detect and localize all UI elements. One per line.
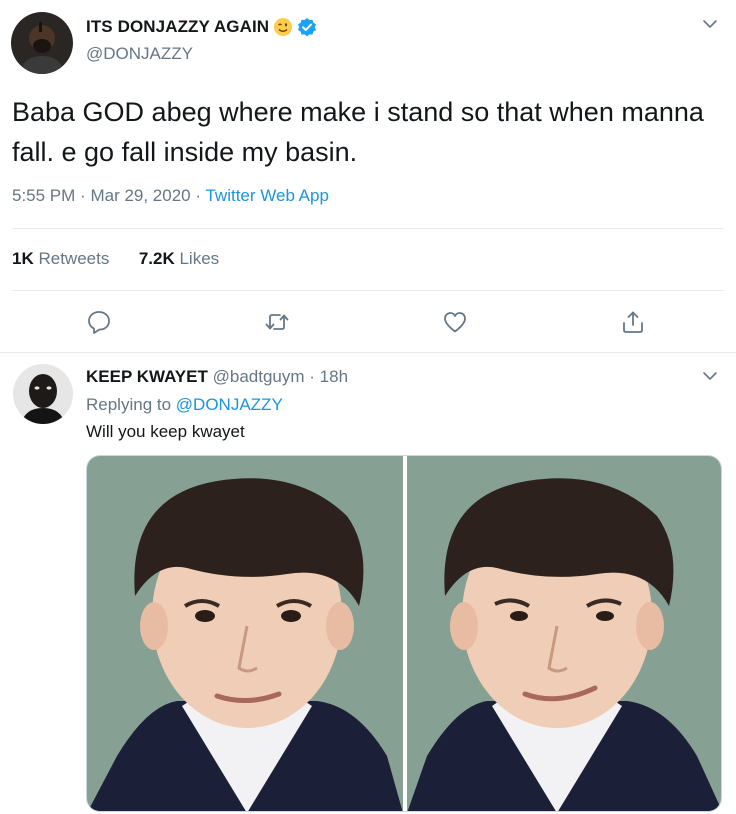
- divider: [0, 352, 736, 353]
- chevron-down-icon[interactable]: [700, 366, 720, 386]
- reply-text: Will you keep kwayet: [86, 422, 245, 441]
- media-photo-left[interactable]: [87, 456, 403, 811]
- tweet-time[interactable]: 5:55 PM: [12, 186, 75, 205]
- reply-media[interactable]: [86, 455, 722, 812]
- tweet-date[interactable]: Mar 29, 2020: [90, 186, 190, 205]
- divider: [12, 228, 724, 229]
- reply-time[interactable]: 18h: [320, 367, 348, 386]
- meta-separator: ·: [195, 186, 202, 205]
- like-icon[interactable]: [442, 309, 468, 335]
- tweet-stats: 1K Retweets 7.2K Likes: [12, 249, 219, 269]
- divider: [12, 290, 724, 291]
- reply-icon[interactable]: [86, 309, 112, 335]
- replying-to-label: Replying to: [86, 395, 172, 414]
- retweet-icon[interactable]: [264, 309, 290, 335]
- likes-label: Likes: [179, 249, 220, 268]
- media-photo-right[interactable]: [407, 456, 721, 811]
- replying-to: Replying to @DONJAZZY: [86, 395, 283, 415]
- main-tweet: ITS DONJAZZY AGAIN @DONJAZZY Baba GOD ab…: [0, 0, 736, 352]
- author-name-line[interactable]: ITS DONJAZZY AGAIN: [86, 17, 317, 37]
- author-avatar[interactable]: [11, 12, 73, 74]
- reply-author-name[interactable]: KEEP KWAYET: [86, 367, 208, 386]
- reply-author-avatar[interactable]: [13, 364, 73, 424]
- retweets-stat[interactable]: 1K Retweets: [12, 249, 114, 268]
- share-icon[interactable]: [620, 309, 646, 335]
- winking-face-emoji: [273, 17, 293, 37]
- retweets-count: 1K: [12, 249, 34, 268]
- likes-count: 7.2K: [138, 249, 175, 268]
- retweets-label: Retweets: [38, 249, 110, 268]
- verified-badge-icon: [297, 17, 317, 37]
- author-name[interactable]: ITS DONJAZZY AGAIN: [86, 17, 269, 37]
- reply-header: KEEP KWAYET @badtguym · 18h: [86, 367, 348, 387]
- reply-author-handle[interactable]: @badtguym: [213, 367, 305, 386]
- chevron-down-icon[interactable]: [700, 14, 720, 34]
- tweet-text: Baba GOD abeg where make i stand so that…: [12, 97, 704, 167]
- likes-stat[interactable]: 7.2K Likes: [139, 249, 219, 268]
- replying-to-handle[interactable]: @DONJAZZY: [176, 395, 283, 414]
- author-handle[interactable]: @DONJAZZY: [86, 44, 193, 64]
- meta-separator: ·: [309, 367, 315, 386]
- tweet-meta: 5:55 PM · Mar 29, 2020 · Twitter Web App: [12, 186, 329, 206]
- meta-separator: ·: [80, 186, 86, 205]
- tweet-source[interactable]: Twitter Web App: [205, 186, 328, 205]
